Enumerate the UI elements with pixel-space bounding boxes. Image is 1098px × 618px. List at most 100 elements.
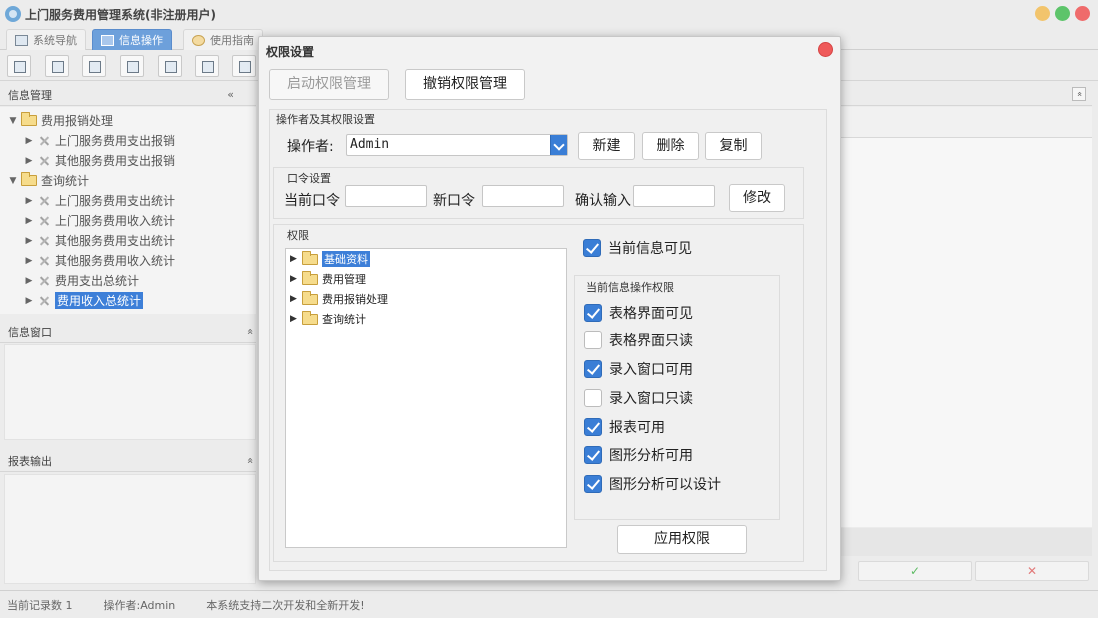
info-window-body — [4, 344, 256, 440]
print-tool-button[interactable] — [232, 55, 256, 77]
ops-group-label: 当前信息操作权限 — [586, 281, 674, 294]
copy-operator-button[interactable]: 复制 — [705, 132, 762, 160]
list-tool-button[interactable] — [45, 55, 69, 77]
tree-label: 费用报销处理 — [41, 114, 114, 128]
tree-item[interactable]: ▶ 上门服务费用收入统计 — [24, 211, 175, 230]
window-tool-button[interactable] — [158, 55, 182, 77]
op-checkbox-row[interactable]: 表格界面可见 — [584, 303, 693, 323]
delete-operator-button[interactable]: 删除 — [642, 132, 699, 160]
status-note: 本系统支持二次开发和全新开发! — [206, 598, 365, 612]
tab-system-nav[interactable]: 系统导航 — [6, 29, 86, 50]
users-tool-button[interactable] — [120, 55, 144, 77]
op-checkbox[interactable] — [584, 389, 602, 407]
tab-user-guide[interactable]: 使用指南 — [183, 29, 263, 50]
cancel-button[interactable]: ✕ — [975, 561, 1089, 581]
folder-icon — [302, 290, 318, 305]
collapsed-triangle-icon: ▶ — [25, 155, 33, 166]
confirm-password-input[interactable] — [633, 185, 715, 207]
op-checkbox-row[interactable]: 录入窗口可用 — [584, 359, 693, 379]
nav-tree: ▼ 费用报销处理 ▶ 上门服务费用支出报销 ▶ 其他服务费用支出报销 ▼ 查询统… — [0, 107, 256, 314]
perm-tree-item-query[interactable]: ▶ 查询统计 — [290, 310, 366, 328]
collapse-left-icon[interactable]: « — [227, 88, 234, 101]
export-tool-button[interactable] — [195, 55, 219, 77]
tools-icon — [37, 255, 51, 267]
folder-icon — [302, 310, 318, 325]
operator-group-label: 操作者及其权限设置 — [276, 113, 375, 126]
collapsed-triangle-icon: ▶ — [290, 314, 297, 324]
checkbox-label: 录入窗口只读 — [609, 391, 693, 407]
current-password-input[interactable] — [345, 185, 427, 207]
new-password-label: 新口令 — [433, 193, 475, 209]
minimize-button[interactable] — [1035, 6, 1050, 21]
expand-triangle-icon: ▼ — [9, 175, 17, 186]
dialog-close-icon[interactable] — [818, 42, 833, 57]
right-panel-footer — [840, 528, 1092, 556]
tree-label: 查询统计 — [322, 313, 366, 326]
collapse-info-window-icon[interactable]: « — [244, 328, 257, 335]
op-checkbox[interactable] — [584, 446, 602, 464]
perm-tree-item-expense-mgmt[interactable]: ▶ 费用管理 — [290, 270, 366, 288]
tree-item-query-stats[interactable]: ▼ 查询统计 — [8, 171, 89, 190]
checkbox-label: 表格界面可见 — [609, 306, 693, 322]
collapsed-triangle-icon: ▶ — [25, 255, 33, 266]
search-tool-button[interactable] — [7, 55, 31, 77]
op-checkbox[interactable] — [584, 304, 602, 322]
visible-checkbox-row[interactable]: 当前信息可见 — [583, 238, 692, 258]
new-password-input[interactable] — [482, 185, 564, 207]
tree-item[interactable]: ▶ 上门服务费用支出统计 — [24, 191, 175, 210]
close-window-button[interactable] — [1075, 6, 1090, 21]
help-icon — [192, 34, 205, 46]
collapse-right-icon[interactable]: « — [1072, 87, 1086, 101]
op-checkbox-row[interactable]: 录入窗口只读 — [584, 388, 693, 408]
tree-item[interactable]: ▶ 上门服务费用支出报销 — [24, 131, 175, 150]
visible-checkbox[interactable] — [583, 239, 601, 257]
tree-item[interactable]: ▶ 其他服务费用支出统计 — [24, 231, 175, 250]
tree-item[interactable]: ▶ 其他服务费用收入统计 — [24, 251, 175, 270]
checkbox-label: 录入窗口可用 — [609, 362, 693, 378]
folder-icon — [21, 172, 37, 186]
tree-label: 其他服务费用收入统计 — [55, 254, 176, 268]
tab-label: 系统导航 — [33, 34, 77, 47]
operator-combo[interactable]: Admin — [346, 134, 568, 156]
app-logo-icon — [5, 6, 21, 22]
tree-item-selected[interactable]: ▶ 费用收入总统计 — [24, 291, 144, 310]
title-bar: 上门服务费用管理系统(非注册用户) — [0, 0, 1098, 28]
document-tool-button[interactable] — [82, 55, 106, 77]
op-checkbox[interactable] — [584, 475, 602, 493]
permission-group-label: 权限 — [287, 229, 309, 242]
tree-label: 上门服务费用支出报销 — [55, 134, 176, 148]
op-checkbox[interactable] — [584, 360, 602, 378]
checkbox-label: 报表可用 — [609, 420, 665, 436]
maximize-button[interactable] — [1055, 6, 1070, 21]
op-checkbox-row[interactable]: 图形分析可以设计 — [584, 474, 721, 494]
op-checkbox-row[interactable]: 报表可用 — [584, 417, 665, 437]
right-panel-grid — [840, 137, 1092, 527]
panel-title: 报表输出 — [8, 454, 52, 468]
tree-item[interactable]: ▶ 其他服务费用支出报销 — [24, 151, 175, 170]
permission-tree: ▶ 基础资料 ▶ 费用管理 ▶ 费用报销处理 ▶ 查询统计 — [285, 248, 567, 548]
folder-icon — [302, 270, 318, 285]
grid-icon — [101, 34, 114, 46]
modify-password-button[interactable]: 修改 — [729, 184, 785, 212]
tree-item-expense-process[interactable]: ▼ 费用报销处理 — [8, 111, 113, 130]
new-operator-button[interactable]: 新建 — [578, 132, 635, 160]
op-checkbox[interactable] — [584, 331, 602, 349]
apply-permission-button[interactable]: 应用权限 — [617, 525, 747, 554]
chevron-down-icon[interactable] — [550, 135, 567, 155]
op-checkbox[interactable] — [584, 418, 602, 436]
tree-item[interactable]: ▶ 费用支出总统计 — [24, 271, 139, 290]
tools-icon — [37, 235, 51, 247]
right-panel-strip — [840, 107, 1092, 137]
tab-label: 信息操作 — [119, 34, 163, 47]
app-title: 上门服务费用管理系统(非注册用户) — [25, 7, 216, 22]
perm-tree-item-expense-process[interactable]: ▶ 费用报销处理 — [290, 290, 388, 308]
confirm-button[interactable]: ✓ — [858, 561, 972, 581]
perm-tree-item-basic[interactable]: ▶ 基础资料 — [290, 250, 370, 268]
collapse-report-icon[interactable]: « — [244, 457, 257, 464]
tab-info-ops[interactable]: 信息操作 — [92, 29, 172, 50]
op-checkbox-row[interactable]: 图形分析可用 — [584, 445, 693, 465]
enable-permission-button[interactable]: 启动权限管理 — [269, 69, 389, 100]
report-output-body — [4, 474, 256, 584]
op-checkbox-row[interactable]: 表格界面只读 — [584, 330, 693, 350]
revoke-permission-button[interactable]: 撤销权限管理 — [405, 69, 525, 100]
